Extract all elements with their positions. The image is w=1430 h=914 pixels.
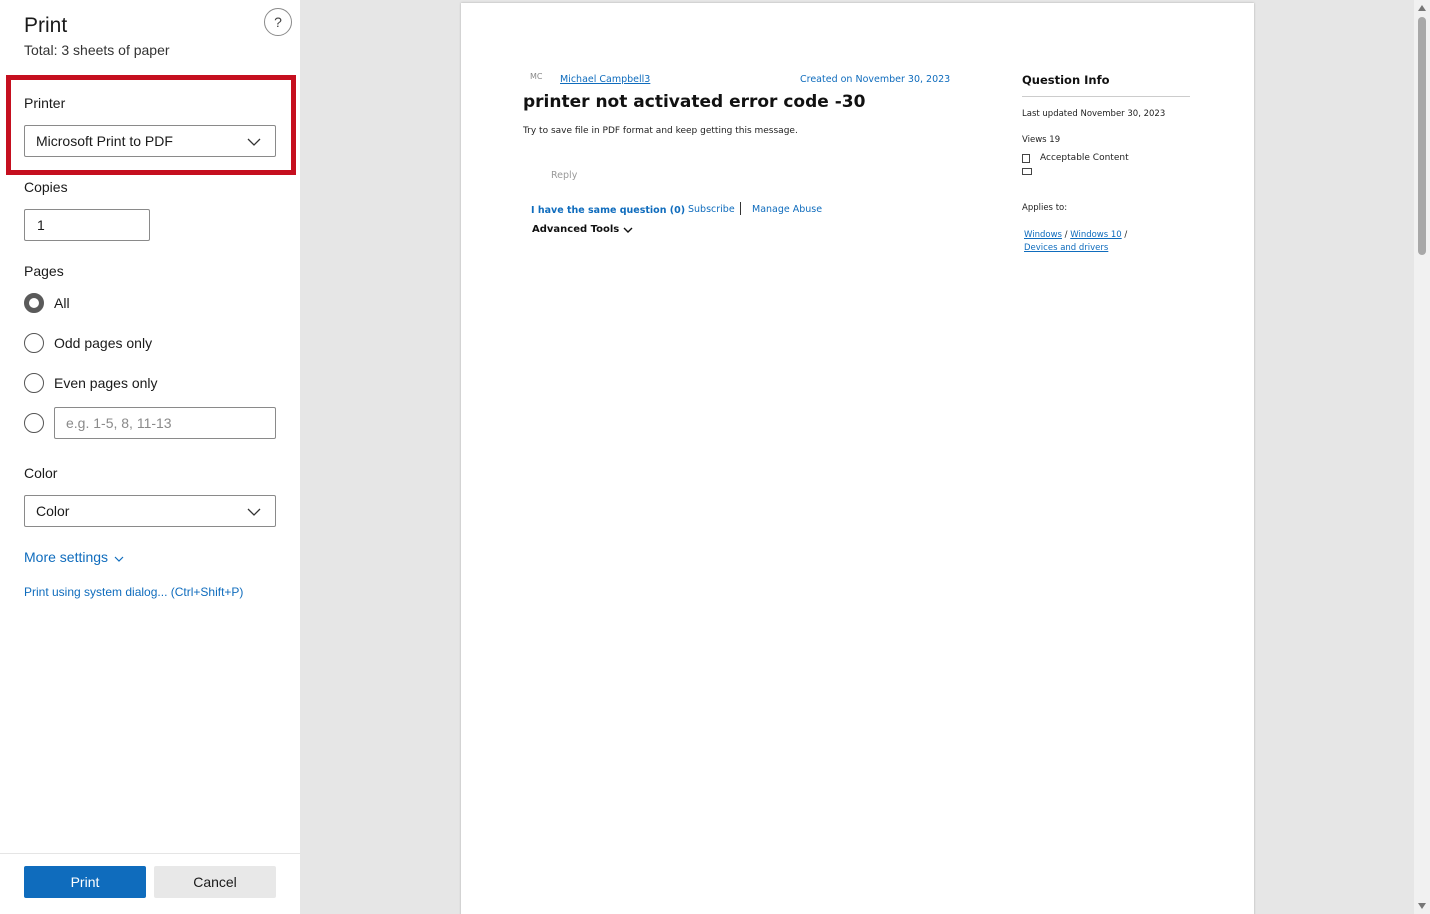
page-range-input[interactable]: e.g. 1-5, 8, 11-13 (54, 407, 276, 439)
printer-select[interactable]: Microsoft Print to PDF (24, 125, 276, 157)
chevron-down-icon (247, 138, 261, 146)
advanced-tools-label: Advanced Tools (532, 224, 620, 235)
avatar: MC (530, 72, 543, 81)
radio-icon (24, 373, 44, 393)
copies-label: Copies (24, 179, 68, 195)
question-title: printer not activated error code -30 (523, 92, 866, 112)
document-icon (1022, 153, 1030, 163)
scrollbar-thumb[interactable] (1418, 17, 1426, 255)
crumb-windows: Windows (1024, 230, 1062, 240)
print-preview-area: MC Michael Campbell3 Created on November… (300, 0, 1414, 914)
crumb-devices-drivers: Devices and drivers (1024, 243, 1109, 253)
preview-page: MC Michael Campbell3 Created on November… (461, 3, 1254, 914)
print-button[interactable]: Print (24, 866, 146, 898)
copies-input[interactable]: 1 (24, 209, 150, 241)
footer-divider (0, 853, 300, 854)
question-info-title: Question Info (1022, 73, 1110, 87)
pages-option-custom[interactable] (24, 413, 54, 433)
same-question-link: I have the same question (0) (531, 205, 686, 216)
pages-option-even[interactable]: Even pages only (24, 373, 158, 393)
chevron-down-icon (623, 227, 633, 233)
advanced-tools: Advanced Tools (532, 224, 633, 235)
radio-icon (24, 413, 44, 433)
cancel-button[interactable]: Cancel (154, 866, 276, 898)
printer-label: Printer (24, 95, 66, 111)
dialog-title: Print (24, 14, 68, 37)
mail-icon (1022, 168, 1032, 175)
more-settings-label: More settings (24, 549, 109, 565)
sheet-count: Total: 3 sheets of paper (24, 42, 170, 58)
applies-to-label: Applies to: (1022, 203, 1068, 213)
acceptable-content: Acceptable Content (1022, 153, 1129, 163)
crumb-separator: / (1064, 230, 1068, 240)
radio-checked-icon (24, 293, 44, 313)
help-icon[interactable]: ? (264, 8, 292, 36)
pages-option-all[interactable]: All (24, 293, 70, 313)
pages-option-odd[interactable]: Odd pages only (24, 333, 152, 353)
last-updated: Last updated November 30, 2023 (1022, 109, 1166, 119)
created-date: Created on November 30, 2023 (800, 74, 951, 85)
color-select[interactable]: Color (24, 495, 276, 527)
crumb-windows-10: Windows 10 (1070, 230, 1122, 240)
crumb-separator: / (1124, 230, 1128, 240)
views-count: Views 19 (1022, 135, 1061, 145)
scroll-down-arrow-icon[interactable] (1418, 903, 1426, 909)
pages-option-label: All (54, 295, 70, 311)
color-label: Color (24, 465, 58, 481)
chevron-down-icon (247, 508, 261, 516)
applies-to-breadcrumb: Windows / Windows 10 / Devices and drive… (1024, 229, 1127, 255)
author-link: Michael Campbell3 (560, 74, 651, 85)
printer-select-value: Microsoft Print to PDF (36, 133, 173, 149)
question-info-divider (1022, 96, 1190, 97)
acceptable-content-label: Acceptable Content (1040, 153, 1129, 163)
scroll-up-arrow-icon[interactable] (1418, 5, 1426, 11)
more-settings-link[interactable]: More settings (24, 549, 124, 565)
radio-icon (24, 333, 44, 353)
pages-option-label: Even pages only (54, 375, 158, 391)
reply-label: Reply (551, 170, 578, 181)
manage-abuse-link: Manage Abuse (752, 204, 823, 215)
print-settings-panel: Print Total: 3 sheets of paper ? Printer… (0, 0, 300, 914)
system-dialog-link[interactable]: Print using system dialog... (Ctrl+Shift… (24, 585, 243, 599)
question-body: Try to save file in PDF format and keep … (523, 126, 798, 136)
color-select-value: Color (36, 503, 70, 519)
pages-label: Pages (24, 263, 64, 279)
chevron-down-icon (114, 556, 124, 562)
preview-scrollbar[interactable] (1414, 0, 1430, 914)
pages-option-label: Odd pages only (54, 335, 153, 351)
link-divider (740, 202, 741, 215)
subscribe-link: Subscribe (688, 204, 735, 215)
